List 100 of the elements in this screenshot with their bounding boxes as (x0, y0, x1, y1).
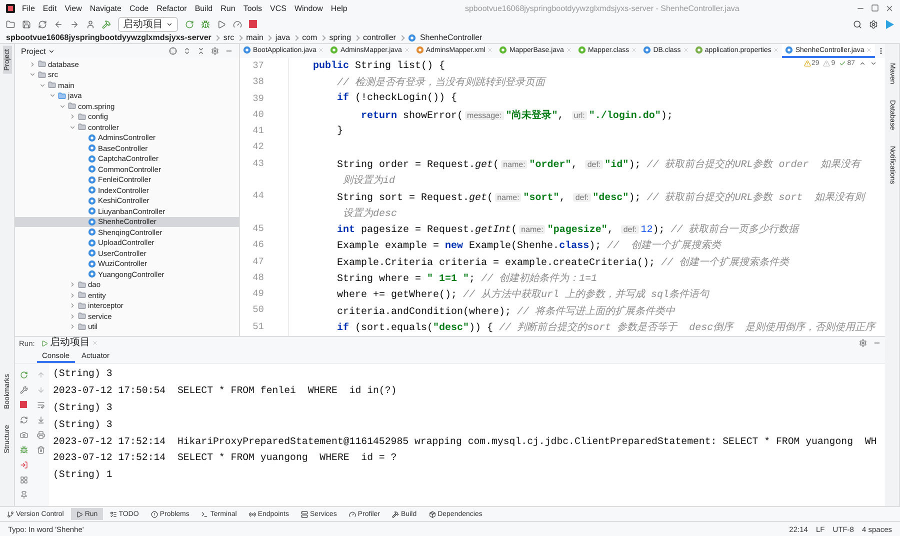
folder-icon[interactable] (6, 20, 15, 28)
run-tab[interactable]: 启动项目 (40, 337, 98, 349)
code-line: return showError( message: "尚未登录", url: "./login.do"); (360, 108, 673, 122)
close-tab-icon[interactable] (773, 47, 780, 53)
wrench-icon[interactable] (20, 386, 28, 394)
camera-icon[interactable] (20, 430, 28, 438)
menu-item[interactable]: Build (194, 4, 214, 12)
folder-icon (38, 70, 46, 79)
chevron-down-icon[interactable] (166, 20, 173, 28)
run-configuration-dropdown[interactable]: 启动项目 (118, 16, 178, 32)
breadcrumb-item[interactable]: ShenheController (420, 32, 482, 43)
breadcrumb-item[interactable]: src (223, 32, 234, 43)
close-tab-icon[interactable] (318, 47, 324, 53)
line-number: 48 (252, 270, 265, 285)
folder-icon (58, 92, 66, 100)
close-tab-icon[interactable] (487, 47, 494, 53)
settings-icon[interactable] (869, 20, 878, 28)
breadcrumb-item[interactable]: spbootvue16068jyspringbootdyywzglxmdsjyxs-server (6, 32, 212, 43)
scroll-end-icon[interactable] (36, 416, 44, 424)
pin-icon[interactable] (20, 490, 28, 498)
settings-icon[interactable] (859, 339, 867, 347)
line-number: 41 (252, 124, 265, 138)
line-number: 39 (252, 92, 265, 106)
console-line: 2023-07-12 17:50:54 SELECT * FROM fenlei WHERE id in(?) (53, 384, 398, 398)
server-icon (300, 510, 308, 518)
code-line: if (!checkLogin()) { (336, 93, 458, 104)
restart-icon[interactable] (20, 416, 28, 424)
collapse-all-icon[interactable] (197, 47, 205, 55)
code-line: if (sort.equals("desc")) { // 判断前台提交的sort 参数是否等于 desc倒序 是则使用倒序，否则使用正序 (336, 320, 876, 334)
menu-item[interactable]: Window (293, 4, 324, 12)
close-icon[interactable] (885, 4, 894, 12)
play-icon (76, 510, 83, 518)
close-tab-icon[interactable] (631, 47, 638, 53)
terminal-icon (201, 510, 208, 518)
profiler-icon[interactable] (233, 20, 242, 28)
login-icon[interactable] (20, 460, 28, 468)
maximize-icon[interactable] (871, 4, 879, 12)
run-icon[interactable] (217, 20, 226, 28)
menu-item[interactable]: Run (220, 4, 236, 12)
trash-icon[interactable] (36, 446, 44, 454)
menu-item[interactable]: Help (330, 4, 348, 12)
close-tab-icon[interactable] (682, 47, 689, 53)
menu-item[interactable]: View (64, 4, 83, 12)
next-icon[interactable] (870, 60, 877, 67)
list-icon (110, 510, 117, 518)
plugin-logo-icon[interactable] (885, 20, 894, 28)
folder-icon (68, 102, 76, 110)
print-icon[interactable] (36, 430, 44, 438)
code-line: criteria.andCondition(where); // 将条件写进上面的扩展条件类中 (336, 304, 676, 318)
code-line: // 检测是否有登录，当没有则跳转到登录页面 (336, 76, 546, 90)
line-number: 40 (252, 108, 265, 122)
breadcrumb-item[interactable]: controller (363, 32, 396, 43)
broadcast-icon (248, 510, 256, 518)
save-icon[interactable] (22, 20, 31, 28)
forward-icon[interactable] (70, 20, 79, 28)
up-icon[interactable] (36, 370, 44, 378)
code-line: } (336, 126, 344, 137)
layout-icon[interactable] (20, 476, 28, 484)
menu-item[interactable]: Navigate (88, 4, 122, 12)
rerun-icon[interactable] (20, 370, 28, 378)
menu-item[interactable]: Edit (42, 4, 58, 12)
hammer-icon[interactable] (102, 20, 111, 28)
menu-item[interactable]: Refactor (156, 4, 188, 12)
class-icon (785, 46, 794, 54)
chevron-right-icon[interactable] (69, 113, 76, 120)
breadcrumb-item[interactable]: com (302, 32, 318, 43)
chevron-down-icon[interactable] (48, 48, 55, 54)
settings-icon[interactable] (211, 47, 219, 55)
wrap-icon[interactable] (36, 400, 44, 408)
breadcrumb-item[interactable]: java (275, 32, 290, 43)
branch-icon (7, 510, 14, 518)
sync-icon[interactable] (38, 20, 47, 28)
menu-item[interactable]: Tools (242, 4, 263, 12)
locate-icon[interactable] (169, 47, 177, 55)
line-number: 49 (252, 287, 265, 302)
close-tab-icon[interactable] (404, 47, 410, 53)
folder-icon (38, 60, 46, 68)
chevron-right-icon[interactable] (29, 60, 36, 68)
close-tab-icon[interactable] (92, 340, 98, 346)
console-line: (String) 3 (53, 400, 114, 415)
rerun-icon[interactable] (185, 20, 194, 28)
breadcrumb-item[interactable]: main (246, 32, 264, 43)
close-tab-icon[interactable] (866, 47, 872, 53)
breadcrumb-item[interactable]: spring (329, 32, 352, 43)
previous-icon[interactable] (859, 60, 866, 67)
folder-icon (78, 322, 86, 331)
code-line: 则设置为id (342, 174, 396, 188)
menu-item[interactable]: VCS (269, 4, 288, 12)
back-icon[interactable] (54, 20, 63, 28)
expand-all-icon[interactable] (183, 47, 191, 55)
bug-icon[interactable] (20, 446, 28, 454)
bug-icon[interactable] (201, 20, 210, 28)
down-icon[interactable] (36, 386, 44, 394)
search-icon[interactable] (853, 20, 862, 28)
user-icon[interactable] (86, 20, 95, 28)
close-tab-icon[interactable] (566, 47, 572, 53)
project-dropdown[interactable]: Project (21, 46, 55, 56)
line-number: 46 (252, 238, 265, 252)
menu-item[interactable]: Code (128, 4, 150, 12)
menu-item[interactable]: File (21, 4, 36, 12)
